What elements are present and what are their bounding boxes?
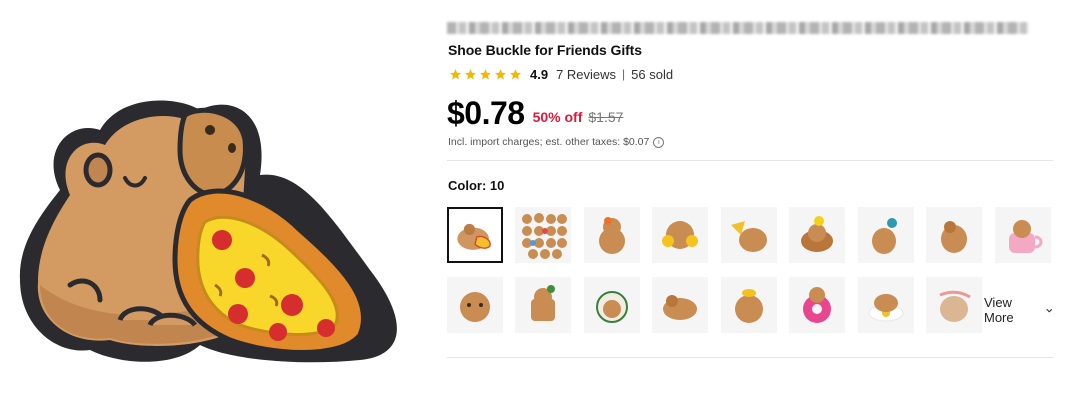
sold-count: 56 sold (631, 66, 674, 82)
variant-thumb[interactable] (447, 207, 503, 263)
variant-thumb[interactable] (447, 277, 503, 333)
star-icon (465, 68, 476, 79)
variant-thumb[interactable] (789, 277, 845, 333)
view-more-link[interactable]: View More (984, 295, 1053, 325)
rating-score: 4.9 (530, 66, 549, 82)
current-price: $0.78 (447, 95, 525, 131)
variant-thumb[interactable] (858, 207, 914, 263)
variant-thumb[interactable] (515, 277, 571, 333)
product-title: Shoe Buckle for Friends Gifts (448, 42, 642, 58)
variant-thumb[interactable] (584, 277, 640, 333)
variant-thumb[interactable] (789, 207, 845, 263)
variant-thumb[interactable] (515, 207, 571, 263)
variant-thumb[interactable] (995, 207, 1051, 263)
variant-thumb[interactable] (721, 277, 777, 333)
price-row: $0.78 50% off $1.57 (447, 92, 623, 130)
tax-text: Incl. import charges; est. other taxes: … (448, 136, 650, 148)
variant-thumb[interactable] (584, 207, 640, 263)
variant-thumb[interactable] (926, 207, 982, 263)
reviews-link[interactable]: 7 Reviews (556, 67, 616, 82)
variant-thumb[interactable] (652, 207, 708, 263)
chevron-down-icon (1045, 308, 1052, 313)
divider (447, 357, 1053, 358)
star-icon (495, 68, 506, 79)
variant-thumb[interactable] (858, 277, 914, 333)
tax-note: Incl. import charges; est. other taxes: … (448, 136, 665, 148)
discount-badge: 50% off (532, 109, 583, 125)
info-icon[interactable]: i (653, 136, 665, 148)
star-icon (480, 68, 491, 79)
main-product-image[interactable] (0, 0, 420, 414)
star-rating (449, 68, 522, 81)
divider (447, 160, 1053, 161)
star-icon (510, 68, 521, 79)
separator: | (622, 67, 626, 81)
variant-thumb[interactable] (652, 277, 708, 333)
variant-thumb[interactable] (926, 277, 982, 333)
obscured-title-line (447, 22, 1029, 34)
rating-row: 4.9 7 Reviews | 56 sold (449, 66, 673, 82)
star-icon (450, 68, 461, 79)
variant-thumb[interactable] (721, 207, 777, 263)
view-more-label: View More (984, 295, 1014, 325)
color-label: Color: 10 (448, 178, 505, 193)
original-price: $1.57 (588, 109, 624, 125)
